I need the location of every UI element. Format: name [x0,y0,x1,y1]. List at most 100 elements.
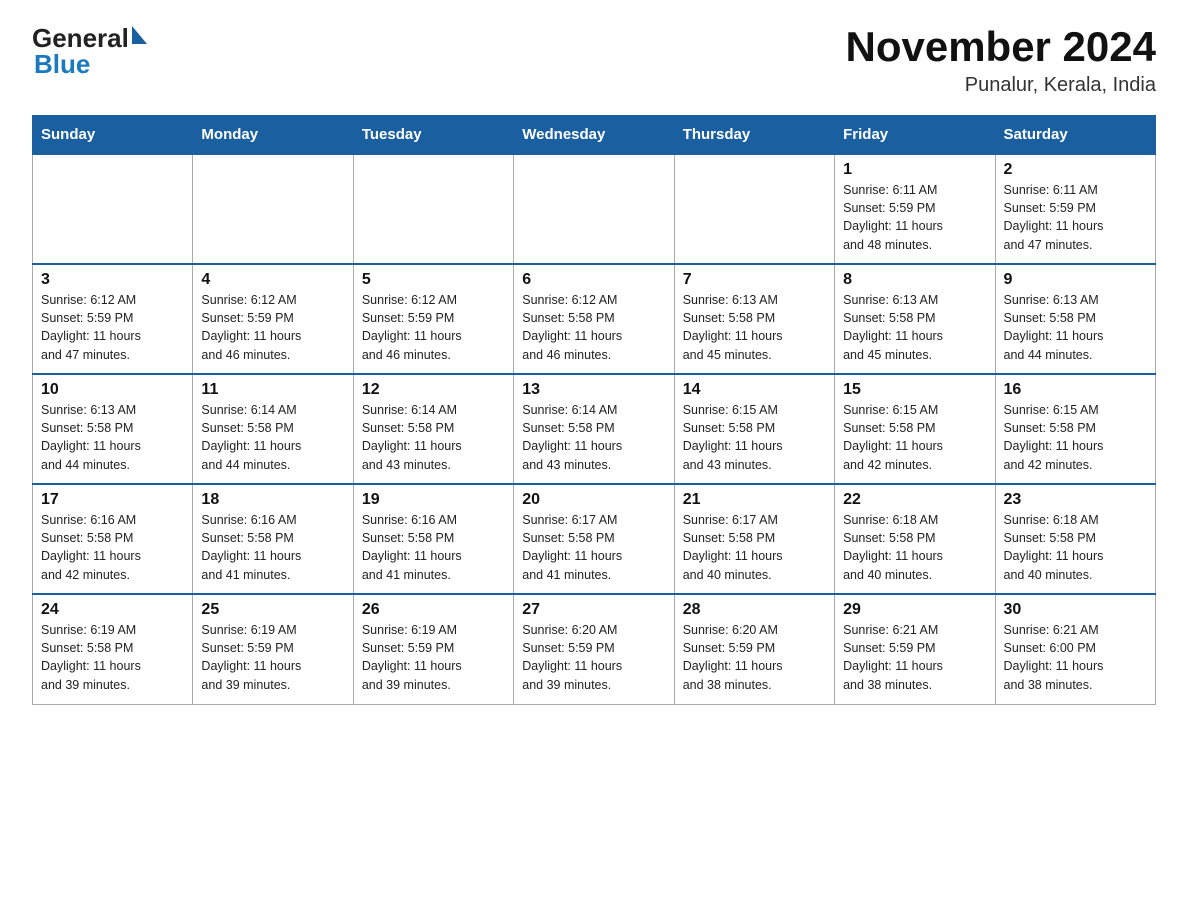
day-cell: 5Sunrise: 6:12 AMSunset: 5:59 PMDaylight… [353,264,513,374]
day-number: 10 [41,381,184,399]
day-number: 22 [843,491,986,509]
day-info: Sunrise: 6:18 AMSunset: 5:58 PMDaylight:… [1004,511,1147,584]
day-cell: 25Sunrise: 6:19 AMSunset: 5:59 PMDayligh… [193,594,353,704]
day-cell: 12 Sunrise: 6:14 AMSunset: 5:58 PMDayligh… [353,374,513,484]
logo-blue-text: Blue [34,49,90,80]
day-number: 13 [522,381,665,399]
day-number: 9 [1004,271,1147,289]
day-info: Sunrise: 6:14 AMSunset: 5:58 PMDaylight:… [201,401,344,474]
day-cell: 6Sunrise: 6:12 AMSunset: 5:58 PMDaylight… [514,264,674,374]
day-info: Sunrise: 6:16 AMSunset: 5:58 PMDaylight:… [362,511,505,584]
day-number: 7 [683,271,826,289]
day-cell: 14Sunrise: 6:15 AMSunset: 5:58 PMDayligh… [674,374,834,484]
day-cell [674,154,834,264]
day-cell [33,154,193,264]
day-number: 12 [362,381,505,399]
day-info: Sunrise: 6:19 AMSunset: 5:59 PMDaylight:… [201,621,344,694]
day-cell: 10 Sunrise: 6:13 AMSunset: 5:58 PMDayligh… [33,374,193,484]
day-info: Sunrise: 6:14 AMSunset: 5:58 PMDaylight:… [522,401,665,474]
day-number: 30 [1004,601,1147,619]
day-info: Sunrise: 6:11 AMSunset: 5:59 PMDaylight:… [843,181,986,254]
header-monday: Monday [193,116,353,155]
day-info: Sunrise: 6:16 AMSunset: 5:58 PMDaylight:… [41,511,184,584]
day-info: Sunrise: 6:13 AMSunset: 5:58 PMDaylight:… [1004,291,1147,364]
day-info: Sunrise: 6:13 AMSunset: 5:58 PMDaylight:… [41,401,184,474]
day-info: Sunrise: 6:21 AMSunset: 5:59 PMDaylight:… [843,621,986,694]
day-info: Sunrise: 6:21 AMSunset: 6:00 PMDaylight:… [1004,621,1147,694]
day-cell: 1 Sunrise: 6:11 AMSunset: 5:59 PMDaylight… [835,154,995,264]
day-cell: 28 Sunrise: 6:20 AMSunset: 5:59 PMDayligh… [674,594,834,704]
week-row-5: 24Sunrise: 6:19 AMSunset: 5:58 PMDayligh… [33,594,1156,704]
day-number: 29 [843,601,986,619]
day-cell: 27 Sunrise: 6:20 AMSunset: 5:59 PMDayligh… [514,594,674,704]
day-cell: 21Sunrise: 6:17 AMSunset: 5:58 PMDayligh… [674,484,834,594]
calendar-title: November 2024 [845,24,1156,70]
logo: General Blue [32,24,147,80]
day-cell: 17 Sunrise: 6:16 AMSunset: 5:58 PMDayligh… [33,484,193,594]
day-info: Sunrise: 6:15 AMSunset: 5:58 PMDaylight:… [1004,401,1147,474]
day-number: 20 [522,491,665,509]
day-info: Sunrise: 6:16 AMSunset: 5:58 PMDaylight:… [201,511,344,584]
day-number: 11 [201,381,344,399]
day-cell: 7Sunrise: 6:13 AMSunset: 5:58 PMDaylight… [674,264,834,374]
day-cell: 23 Sunrise: 6:18 AMSunset: 5:58 PMDayligh… [995,484,1155,594]
day-number: 26 [362,601,505,619]
day-info: Sunrise: 6:19 AMSunset: 5:58 PMDaylight:… [41,621,184,694]
day-cell: 18 Sunrise: 6:16 AMSunset: 5:58 PMDayligh… [193,484,353,594]
day-number: 27 [522,601,665,619]
week-row-2: 3 Sunrise: 6:12 AMSunset: 5:59 PMDaylight… [33,264,1156,374]
day-number: 17 [41,491,184,509]
week-row-1: 1 Sunrise: 6:11 AMSunset: 5:59 PMDaylight… [33,154,1156,264]
day-info: Sunrise: 6:17 AMSunset: 5:58 PMDaylight:… [522,511,665,584]
day-info: Sunrise: 6:11 AMSunset: 5:59 PMDaylight:… [1004,181,1147,254]
day-number: 16 [1004,381,1147,399]
header-wednesday: Wednesday [514,116,674,155]
day-info: Sunrise: 6:20 AMSunset: 5:59 PMDaylight:… [683,621,826,694]
day-cell: 11 Sunrise: 6:14 AMSunset: 5:58 PMDayligh… [193,374,353,484]
day-cell [353,154,513,264]
title-area: November 2024 Punalur, Kerala, India [845,24,1156,97]
day-number: 14 [683,381,826,399]
day-cell [514,154,674,264]
day-number: 3 [41,271,184,289]
day-number: 6 [522,271,665,289]
page-header: General Blue November 2024 Punalur, Kera… [32,24,1156,97]
day-number: 4 [201,271,344,289]
day-info: Sunrise: 6:19 AMSunset: 5:59 PMDaylight:… [362,621,505,694]
day-cell: 20 Sunrise: 6:17 AMSunset: 5:58 PMDayligh… [514,484,674,594]
day-cell: 19 Sunrise: 6:16 AMSunset: 5:58 PMDayligh… [353,484,513,594]
day-cell: 29 Sunrise: 6:21 AMSunset: 5:59 PMDayligh… [835,594,995,704]
day-cell: 8 Sunrise: 6:13 AMSunset: 5:58 PMDaylight… [835,264,995,374]
day-cell: 4 Sunrise: 6:12 AMSunset: 5:59 PMDaylight… [193,264,353,374]
day-number: 5 [362,271,505,289]
day-number: 28 [683,601,826,619]
day-number: 1 [843,161,986,179]
header-thursday: Thursday [674,116,834,155]
day-cell: 30 Sunrise: 6:21 AMSunset: 6:00 PMDayligh… [995,594,1155,704]
day-info: Sunrise: 6:20 AMSunset: 5:59 PMDaylight:… [522,621,665,694]
day-cell: 9 Sunrise: 6:13 AMSunset: 5:58 PMDaylight… [995,264,1155,374]
day-info: Sunrise: 6:17 AMSunset: 5:58 PMDaylight:… [683,511,826,584]
day-number: 15 [843,381,986,399]
header-friday: Friday [835,116,995,155]
day-cell: 3 Sunrise: 6:12 AMSunset: 5:59 PMDaylight… [33,264,193,374]
day-info: Sunrise: 6:15 AMSunset: 5:58 PMDaylight:… [843,401,986,474]
calendar-subtitle: Punalur, Kerala, India [845,74,1156,97]
day-number: 23 [1004,491,1147,509]
day-info: Sunrise: 6:13 AMSunset: 5:58 PMDaylight:… [843,291,986,364]
week-row-4: 17 Sunrise: 6:16 AMSunset: 5:58 PMDayligh… [33,484,1156,594]
header-saturday: Saturday [995,116,1155,155]
week-row-3: 10 Sunrise: 6:13 AMSunset: 5:58 PMDayligh… [33,374,1156,484]
header-sunday: Sunday [33,116,193,155]
day-number: 18 [201,491,344,509]
day-number: 19 [362,491,505,509]
day-cell: 26 Sunrise: 6:19 AMSunset: 5:59 PMDayligh… [353,594,513,704]
day-info: Sunrise: 6:12 AMSunset: 5:59 PMDaylight:… [41,291,184,364]
day-info: Sunrise: 6:14 AMSunset: 5:58 PMDaylight:… [362,401,505,474]
day-cell: 15 Sunrise: 6:15 AMSunset: 5:58 PMDayligh… [835,374,995,484]
day-cell: 13 Sunrise: 6:14 AMSunset: 5:58 PMDayligh… [514,374,674,484]
day-cell: 2Sunrise: 6:11 AMSunset: 5:59 PMDaylight… [995,154,1155,264]
day-number: 8 [843,271,986,289]
day-cell: 16 Sunrise: 6:15 AMSunset: 5:58 PMDayligh… [995,374,1155,484]
day-info: Sunrise: 6:12 AMSunset: 5:59 PMDaylight:… [201,291,344,364]
